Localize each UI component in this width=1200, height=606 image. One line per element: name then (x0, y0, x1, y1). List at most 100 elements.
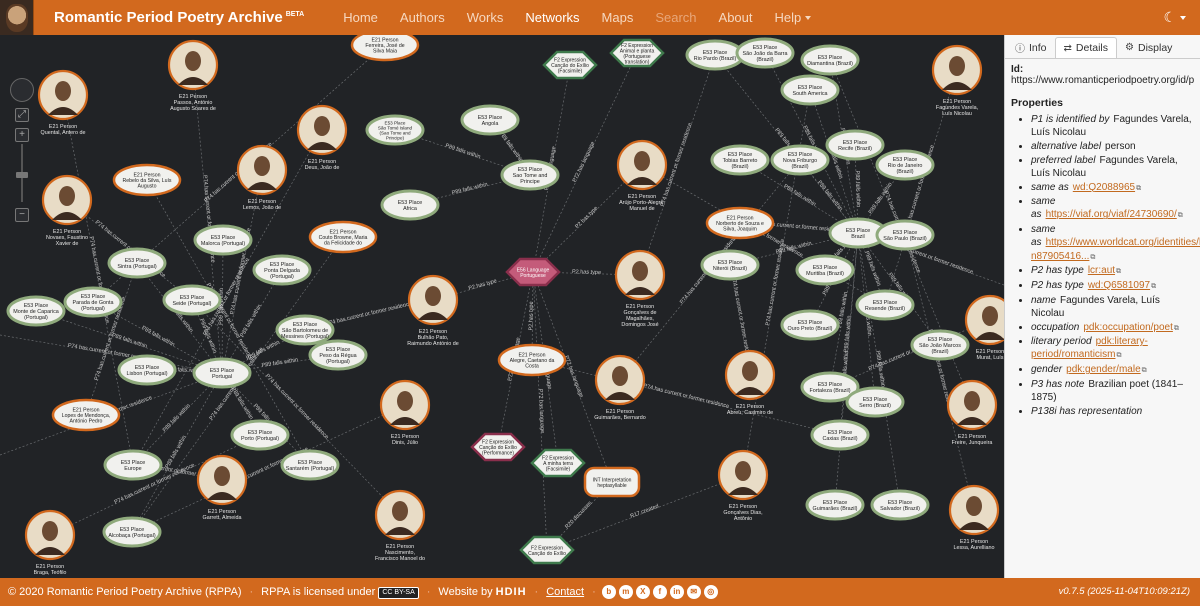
expression-node[interactable]: F2 Expression Canção do Exílio (Facsimile) (542, 50, 598, 80)
rss-icon[interactable]: ◎ (703, 585, 718, 599)
expression-node[interactable]: F2 Expression Canção do Exílio (Performanc… (470, 432, 526, 462)
person-node[interactable]: E21 Person Murat, Luís (964, 294, 1004, 361)
person-node[interactable]: E21 Person Gonçalves de Magalhães, Domingos… (614, 249, 666, 328)
person-node[interactable]: E21 Person Lemos, João de (236, 144, 288, 211)
place-node[interactable]: E53 Place Sintra (Portugal) (107, 247, 167, 279)
place-node[interactable]: E53 Place Sao Tome and Principe (500, 159, 560, 191)
tab-display[interactable]: ⚙ Display (1117, 37, 1180, 58)
place-node[interactable]: E53 Place Angola (460, 104, 520, 136)
person-node[interactable]: E21 Person Gonçalves Dias, Antônio (717, 449, 769, 522)
cc-license-badge[interactable]: CC BY-SA (378, 586, 419, 599)
property-link[interactable]: https://viaf.org/viaf/24730690/ (1046, 209, 1177, 220)
place-node[interactable]: E53 Place São João da Barra (Brazil) (735, 37, 795, 69)
zoom-slider[interactable] (16, 144, 28, 202)
property-link[interactable]: wd:Q2088965 (1073, 182, 1135, 193)
place-node[interactable]: E53 Place Europe (103, 449, 163, 481)
place-node[interactable]: E53 Place Caxias (Brazil) (810, 419, 870, 451)
place-node[interactable]: E53 Place Lisbon (Portugal) (117, 354, 177, 386)
place-node[interactable]: E53 Place Serro (Brazil) (845, 386, 905, 418)
hdih-logo[interactable]: HDIH (496, 586, 527, 598)
interpretation-node[interactable]: INT Interpretation heptasyllable (583, 466, 641, 498)
nav-help[interactable]: Help (764, 0, 823, 35)
tab-details[interactable]: ⇄ Details (1054, 37, 1118, 58)
fit-view-button[interactable]: ⤢ (15, 108, 29, 122)
property-link[interactable]: wd:Q6581097 (1088, 280, 1150, 291)
place-node[interactable]: E53 Place Parada de Gonta (Portugal) (63, 286, 123, 318)
person-node[interactable]: E21 Person Novaes, Faustino Xavier de (41, 174, 93, 247)
place-node[interactable]: E53 Place Nova Friburgo (Brazil) (770, 144, 830, 176)
place-node[interactable]: E53 Place Santarém (Portugal) (280, 449, 340, 481)
person-node[interactable]: E21 Person Quental, Antero de (37, 69, 89, 136)
person-node[interactable]: E21 Person Braga, Teófilo (24, 509, 76, 576)
place-node[interactable]: E53 Place Malorca (Portugal) (193, 224, 253, 256)
person-node[interactable]: E21 Person Arújo Porto-Alegre, Manuel de (616, 139, 668, 212)
person-node[interactable]: E21 Person Deus, João de (296, 104, 348, 171)
person-node[interactable]: E21 Person Fagundes Varela, Luís Nicolau (931, 44, 983, 117)
place-node[interactable]: E53 Place Ouro Preto (Brazil) (780, 309, 840, 341)
nav-about[interactable]: About (708, 0, 764, 35)
zoom-out-button[interactable]: − (15, 208, 29, 222)
place-node[interactable]: E53 Place Niterói (Brazil) (700, 249, 760, 281)
graph-canvas[interactable]: P89 falls within P89 falls withinP89 fall… (0, 35, 1004, 578)
pan-control[interactable] (10, 78, 34, 102)
place-node[interactable]: E53 Place Alcobaça (Portugal) (102, 516, 162, 548)
mastodon-icon[interactable]: m (618, 585, 633, 599)
place-node[interactable]: E53 Place Ponta Delgada (Portugal) (252, 254, 312, 286)
property-link[interactable]: https://www.worldcat.org/identities/lccn… (1031, 237, 1200, 261)
place-node[interactable]: E53 Place Guimarães (Brazil) (805, 489, 865, 521)
network-graph[interactable]: P89 falls within P89 falls within P89 fall… (0, 35, 1004, 578)
expression-node[interactable]: F2 Expression Canção do Exílio (519, 535, 575, 565)
place-node[interactable]: E53 Place South America (780, 74, 840, 106)
property-link[interactable]: pdk:gender/male (1066, 364, 1141, 375)
place-node[interactable]: E53 Place São Paulo (Brazil) (875, 219, 935, 251)
archive-logo[interactable] (0, 0, 34, 35)
property-link[interactable]: lcr:aut (1088, 265, 1115, 276)
place-node[interactable]: E53 Place Diamantina (Brazil) (800, 44, 860, 76)
nav-authors[interactable]: Authors (389, 0, 456, 35)
place-node[interactable]: E53 Place Rio Pardo (Brazil) (685, 39, 745, 71)
place-node[interactable]: E53 Place Recife (Brazil) (825, 129, 885, 161)
email-icon[interactable]: ✉ (686, 585, 701, 599)
person-node[interactable]: E21 Person Garrett, Almeida (196, 454, 248, 521)
place-node[interactable]: E53 Place São Tomé Island (Sao Tome and Pri… (365, 114, 425, 146)
theme-toggle[interactable]: ☾ (1163, 9, 1186, 26)
nav-works[interactable]: Works (456, 0, 515, 35)
nav-home[interactable]: Home (332, 0, 389, 35)
place-node[interactable]: E53 Place Monte de Caparica (Portugal) (6, 295, 66, 327)
nav-maps[interactable]: Maps (591, 0, 645, 35)
place-node[interactable]: E53 Place São João Marcos (Brazil) (910, 329, 970, 361)
property-link[interactable]: pdk:occupation/poet (1083, 322, 1173, 333)
expression-node[interactable]: F2 Expression A minha terra (Facsimile) (530, 448, 586, 478)
bluesky-icon[interactable]: b (601, 585, 616, 599)
contact-link[interactable]: Contact (538, 586, 592, 598)
person-node[interactable]: E21 Person Couto Browne, Maria da Felicida… (308, 220, 378, 254)
person-node[interactable]: E21 Person Lopes de Mendonça, António Pedr… (51, 398, 121, 432)
person-node[interactable]: E21 Person Lessa, Aurelliano (948, 484, 1000, 551)
place-node[interactable]: E53 Place Peso da Régua (Portugal) (308, 339, 368, 371)
x-icon[interactable]: X (635, 585, 650, 599)
place-node[interactable]: E53 Place Resende (Brazil) (855, 289, 915, 321)
id-value[interactable]: https://www.romanticperiodpoetry.org/id/… (1011, 75, 1194, 86)
place-node[interactable]: E53 Place Rio de Janeiro (Brazil) (875, 149, 935, 181)
person-node[interactable]: E21 Person Norberto de Souza e Silva, Joaq… (705, 206, 775, 240)
expression-node[interactable]: F2 Expression Animal e planta (Portuguese t… (609, 38, 665, 68)
place-node[interactable]: E53 Place Salvador (Brazil) (870, 489, 930, 521)
person-node[interactable]: E21 Person Dinis, Júlio (379, 379, 431, 446)
place-node[interactable]: E53 Place Africa (380, 189, 440, 221)
person-node[interactable]: E21 Person Rebelo da Silva, Luís Augusto (112, 163, 182, 197)
place-node[interactable]: E53 Place Portugal (192, 357, 252, 389)
person-node[interactable]: E21 Person Nascimento, Francisco Manoel do (374, 489, 426, 562)
language-node[interactable]: E56 Language Portuguese (505, 257, 561, 287)
tab-info[interactable]: ⓘ Info (1007, 37, 1055, 58)
place-node[interactable]: E53 Place Muritiba (Brazil) (795, 254, 855, 286)
place-node[interactable]: E53 Place Porto (Portugal) (230, 419, 290, 451)
facebook-icon[interactable]: f (652, 585, 667, 599)
place-node[interactable]: E53 Place Seide (Portugal) (162, 284, 222, 316)
person-node[interactable]: E21 Person Guimarães, Bernardo (594, 354, 646, 421)
place-node[interactable]: E53 Place Tobias Barreto (Brazil) (710, 144, 770, 176)
brand-title[interactable]: Romantic Period Poetry Archive BETA (54, 9, 304, 26)
person-node[interactable]: E21 Person Alegre, Caetano da Costa (497, 343, 567, 377)
person-node[interactable]: E21 Person Ferreira, José de Silva Maia (350, 35, 420, 62)
zoom-slider-handle[interactable] (16, 172, 28, 178)
person-node[interactable]: E21 Person Passos, António Augusto Soares … (167, 39, 219, 112)
